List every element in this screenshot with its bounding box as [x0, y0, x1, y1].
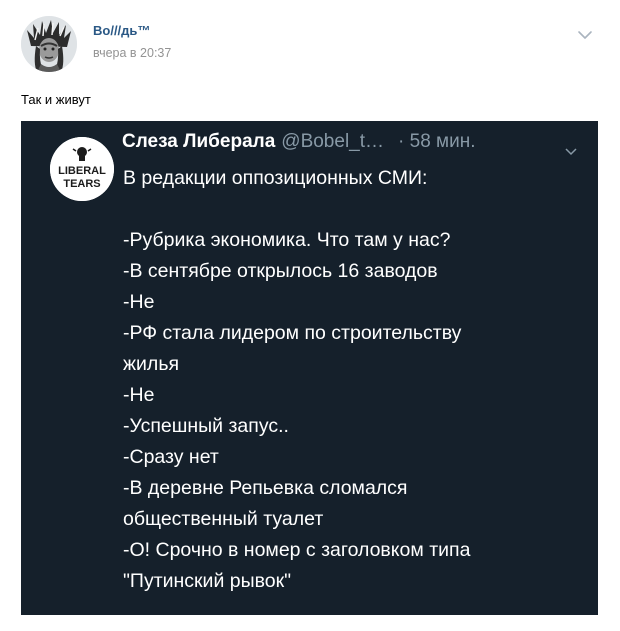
post-author-name[interactable]: Во///дь™ — [93, 23, 150, 38]
tweet-time: · 58 мин. — [398, 131, 476, 152]
tweet-line: "Путинский рывок" — [123, 570, 292, 592]
tweet-author-handle: @Bobel_t… — [281, 131, 385, 152]
author-avatar[interactable] — [21, 16, 77, 72]
tweet-line: -В сентябре открылось 16 заводов — [123, 260, 438, 282]
tweet-author-name: Слеза Либерала — [122, 131, 276, 152]
tweet-header: Слеза Либерала @Bobel_t… · 58 мин. — [122, 131, 592, 153]
tweet-line: -В деревне Репьевка сломался — [123, 477, 408, 499]
tweet-line: -Не — [123, 384, 155, 406]
logo-text-tears: TEARS — [63, 178, 100, 190]
tweet-line — [123, 194, 470, 225]
logo-text-liberal: LIBERAL — [58, 165, 106, 177]
wall-post: Во///дь™ вчера в 20:37 Так и живут LIBER… — [0, 0, 620, 631]
tweet-line: -РФ стала лидером по строительству — [123, 322, 462, 344]
tweet-line: общественный туалет — [123, 508, 324, 530]
post-text: Так и живут — [21, 92, 91, 107]
liberal-tears-logo-icon: LIBERAL TEARS — [50, 137, 114, 201]
tweet-line: -Успешный запус.. — [123, 415, 289, 437]
post-date[interactable]: вчера в 20:37 — [93, 46, 171, 60]
tweet-line: жилья — [123, 353, 180, 375]
tweet-line: -Сразу нет — [123, 446, 219, 468]
tweet-line: -Не — [123, 291, 155, 313]
tweet-line: -Рубрика экономика. Что там у нас? — [123, 229, 451, 251]
tweet-avatar: LIBERAL TEARS — [50, 137, 114, 201]
tweet-menu-chevron — [565, 143, 577, 156]
portrait-image — [21, 16, 77, 72]
chevron-down-icon — [578, 31, 592, 39]
tweet-line: -О! Срочно в номер с заголовком типа — [123, 539, 471, 561]
post-menu-button[interactable] — [577, 28, 593, 40]
tweet-line: В редакции оппозиционных СМИ: — [123, 167, 428, 189]
tweet-text: В редакции оппозиционных СМИ: -Рубрика э… — [123, 163, 470, 597]
chevron-down-icon — [565, 148, 577, 156]
tweet-screenshot-image[interactable]: LIBERAL TEARS Слеза Либерала @Bobel_t… · 5… — [21, 121, 598, 615]
